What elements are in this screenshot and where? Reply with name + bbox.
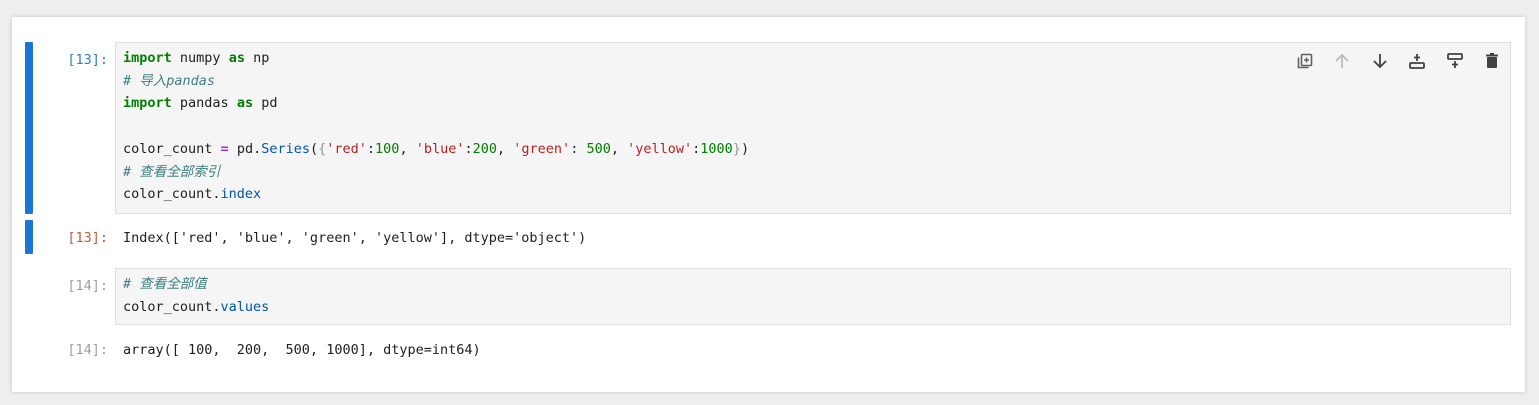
code-token-kw: import: [123, 50, 172, 66]
code-line: color_count.values: [123, 296, 1503, 319]
code-line: # 查看全部索引: [123, 161, 1503, 184]
code-token-kw: as: [228, 50, 245, 66]
move-down-button[interactable]: [1368, 50, 1392, 72]
insert-below-button[interactable]: [1443, 50, 1467, 72]
code-token-str: 'blue': [415, 140, 465, 157]
cell-collapser-input[interactable]: [25, 42, 33, 214]
code-line: import pandas as pd: [123, 92, 1503, 115]
code-line: # 导入pandas: [123, 70, 1503, 93]
code-token: ,: [497, 140, 514, 157]
code-token-cm: # 查看全部索引: [123, 163, 221, 180]
code-token: numpy: [171, 50, 229, 66]
delete-cell-button[interactable]: [1480, 50, 1504, 72]
code-content[interactable]: # 查看全部值 color_count.values: [116, 269, 1510, 322]
code-token-paren: }: [732, 140, 741, 157]
code-token: np: [244, 50, 270, 66]
code-token-kw: as: [236, 95, 254, 112]
code-line: color_count = pd.Series({'red':100, 'blu…: [123, 138, 1503, 161]
arrow-up-icon: [1335, 53, 1349, 68]
code-line: color_count.index: [123, 183, 1503, 206]
code-token: pd: [253, 95, 278, 112]
output-prompt: [13]:: [67, 230, 108, 246]
input-prompt: [14]:: [67, 278, 108, 294]
input-prompt: [13]:: [67, 52, 108, 68]
code-token: :: [366, 140, 376, 157]
insert-below-icon: [1446, 53, 1463, 68]
output-text: array([ 100, 200, 500, 1000], dtype=int6…: [123, 342, 481, 358]
arrow-down-icon: [1372, 54, 1387, 69]
move-up-button[interactable]: [1330, 50, 1354, 72]
code-token-cm: # 导入pandas: [123, 72, 216, 89]
trash-icon: [1486, 53, 1498, 68]
code-token: :: [570, 140, 587, 157]
code-line: # 查看全部值: [123, 273, 1503, 296]
code-token-num: 1000: [700, 140, 733, 157]
code-token: color_count: [123, 140, 221, 157]
code-token: ,: [399, 140, 416, 157]
cell-collapser-output[interactable]: [25, 220, 33, 254]
code-token-cm: # 查看全部值: [123, 276, 207, 292]
code-token-str: 'green': [513, 140, 571, 157]
code-token: ,: [610, 140, 628, 157]
code-token: ): [740, 140, 750, 157]
code-token-prop: index: [220, 186, 262, 203]
code-token-num: 100: [375, 140, 400, 157]
code-token: pd.: [228, 140, 262, 157]
duplicate-icon: [1297, 53, 1312, 69]
code-editor[interactable]: # 查看全部值 color_count.values: [115, 268, 1511, 325]
duplicate-cell-button[interactable]: [1293, 50, 1317, 72]
code-token-prop: Series: [261, 140, 310, 157]
insert-above-button[interactable]: [1405, 50, 1429, 72]
code-token: pandas: [171, 95, 237, 112]
code-token: color_count.: [123, 298, 221, 315]
code-token-num: 500: [586, 140, 611, 157]
notebook-panel: [13]: import numpy as np # 导入pandas import…: [12, 17, 1525, 392]
code-token-str: 'red': [326, 140, 367, 157]
code-token-kw: import: [123, 95, 172, 112]
code-token-op: =: [220, 140, 229, 157]
code-token: (: [309, 140, 319, 157]
code-token: color_count.: [123, 186, 221, 203]
insert-above-icon: [1409, 54, 1425, 69]
output-text: Index(['red', 'blue', 'green', 'yellow']…: [123, 230, 587, 246]
code-token: :: [464, 140, 473, 157]
code-token-str: 'yellow': [627, 140, 693, 157]
code-token-num: 200: [472, 140, 498, 157]
code-editor[interactable]: import numpy as np # 导入pandas import panda…: [115, 42, 1511, 214]
code-token-prop: values: [220, 298, 270, 315]
cell-toolbar: [1279, 50, 1504, 72]
output-prompt: [14]:: [67, 342, 108, 358]
